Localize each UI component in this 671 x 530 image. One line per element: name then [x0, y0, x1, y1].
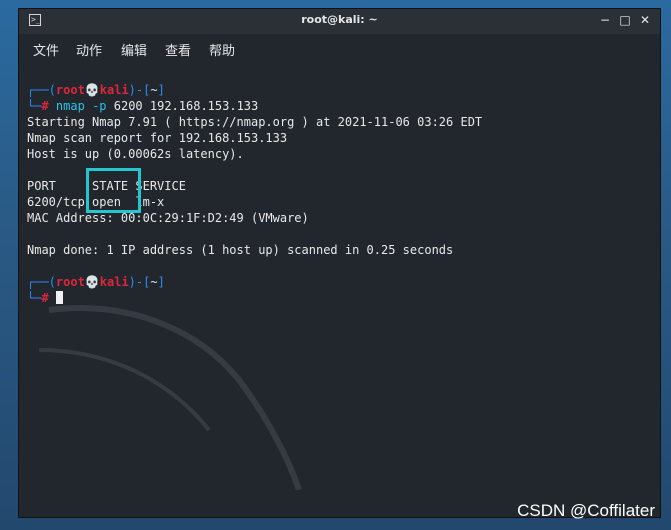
terminal-output[interactable]: ┌──(root💀kali)-[~] └─# nmap -p 6200 192.… — [19, 60, 660, 517]
menu-edit[interactable]: 编辑 — [121, 40, 147, 59]
menu-file[interactable]: 文件 — [33, 40, 59, 59]
maximize-button[interactable]: □ — [618, 13, 632, 27]
command-name: nmap — [55, 99, 85, 113]
output-line: Nmap scan report for 192.168.153.133 — [27, 131, 288, 145]
menu-bar: 文件 动作 编辑 查看 帮助 — [19, 34, 660, 60]
output-line: Nmap done: 1 IP address (1 host up) scan… — [27, 243, 454, 257]
scrollbar[interactable] — [652, 60, 660, 517]
prompt-dir: ~ — [150, 83, 158, 97]
prompt-line-2: ┌──(root💀kali)-[~] — [27, 275, 165, 289]
command-line: └─# nmap -p 6200 192.168.153.133 — [27, 99, 259, 113]
prompt-host: kali — [99, 275, 129, 289]
skull-icon: 💀 — [84, 83, 100, 97]
kali-dragon-watermark — [39, 305, 302, 490]
close-button[interactable]: ✕ — [638, 13, 652, 27]
state-highlight-box — [86, 168, 141, 213]
text-cursor — [55, 291, 63, 304]
prompt-dir: ~ — [150, 275, 158, 289]
menu-action[interactable]: 动作 — [76, 40, 102, 59]
menu-help[interactable]: 帮助 — [209, 40, 235, 59]
prompt-host: kali — [99, 83, 129, 97]
command-args: 6200 192.168.153.133 — [113, 99, 259, 113]
prompt-user: root — [55, 275, 85, 289]
output-line: Starting Nmap 7.91 ( https://nmap.org ) … — [27, 115, 483, 129]
output-line: MAC Address: 00:0C:29:1F:D2:49 (VMware) — [27, 211, 309, 225]
minimize-button[interactable]: − — [598, 13, 612, 27]
watermark-text: CSDN @Coffilater — [517, 501, 655, 520]
menu-view[interactable]: 查看 — [165, 40, 191, 59]
title-bar[interactable]: >_ root@kali: ~ − □ ✕ — [19, 9, 660, 34]
prompt-line-1: ┌──(root💀kali)-[~] — [27, 83, 165, 97]
command-flag: -p — [92, 99, 107, 113]
skull-icon: 💀 — [84, 275, 100, 289]
input-line[interactable]: └─# — [27, 290, 63, 306]
output-line: Host is up (0.00062s latency). — [27, 147, 244, 161]
window-title: root@kali: ~ — [301, 13, 378, 26]
terminal-window: >_ root@kali: ~ − □ ✕ 文件 动作 编辑 查看 帮助 ┌──… — [18, 8, 661, 518]
prompt-user: root — [55, 83, 85, 97]
